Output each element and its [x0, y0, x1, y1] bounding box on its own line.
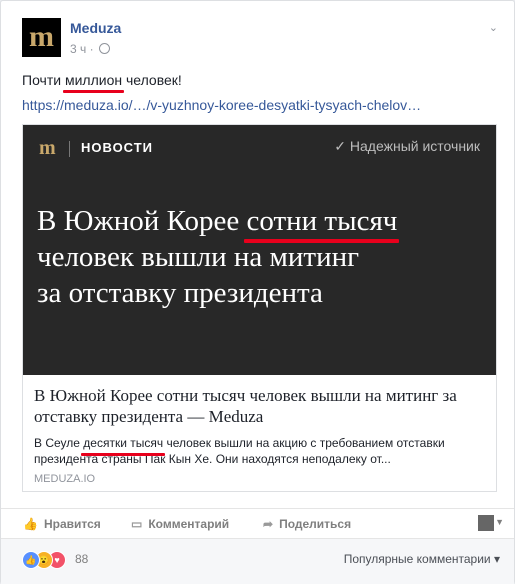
logo-divider: [69, 141, 70, 157]
checkmark-icon: ✓: [334, 138, 347, 154]
link-description-start: В Сеуле: [34, 436, 84, 450]
comment-label: Комментарий: [148, 517, 230, 531]
share-label: Поделиться: [279, 517, 352, 531]
comment-icon: ▭: [131, 517, 143, 531]
hero-underlined-phrase: сотни тысяч: [244, 205, 400, 243]
post-text-start: Почти: [22, 72, 65, 88]
post-url-link[interactable]: https://meduza.io/…/v-yuzhnoy-koree-desy…: [22, 97, 421, 113]
reactions-bar: 👍 😮 ♥ 88 Популярные комментарии ▾: [1, 538, 514, 584]
viewer-chevron-down-icon[interactable]: ▼: [495, 517, 504, 527]
globe-icon: [98, 43, 110, 54]
description-underlined-phrase: десятки тысяч: [81, 436, 165, 456]
post-timestamp[interactable]: 3 ч ·: [70, 42, 94, 56]
section-label: НОВОСТИ: [81, 140, 154, 155]
post-options-chevron-icon[interactable]: ⌄: [489, 21, 498, 34]
action-bar: 👍 Нравится ▭ Комментарий ➦ Поделиться ▼: [1, 508, 514, 537]
page-name-link[interactable]: Meduza: [70, 20, 121, 36]
post-card: m Meduza 3 ч · ⌄ Почти миллион человек! …: [0, 0, 515, 584]
hero-line-1: В Южной Корее сотни тысяч: [37, 203, 477, 243]
like-reaction-icon: 👍: [22, 551, 40, 569]
like-button[interactable]: 👍 Нравится: [23, 517, 101, 531]
thumbs-up-icon: 👍: [23, 517, 38, 531]
link-preview[interactable]: m НОВОСТИ ✓ Надежный источник В Южной Ко…: [22, 124, 497, 492]
post-meta: 3 ч ·: [70, 42, 110, 56]
meduza-logo: m: [39, 137, 56, 159]
share-arrow-icon: ➦: [263, 517, 274, 531]
hero-line-2: человек вышли на митинг: [37, 241, 360, 273]
trusted-source-label: Надежный источник: [349, 138, 480, 154]
link-caption: В Южной Корее сотни тысяч человек вышли …: [34, 385, 489, 485]
post-text-end: человек!: [122, 72, 182, 88]
comment-button[interactable]: ▭ Комментарий: [131, 517, 229, 531]
viewer-avatar[interactable]: [478, 515, 494, 531]
hero-line-1-start: В Южной Корее: [37, 205, 247, 237]
link-description: В Сеуле десятки тысяч человек вышли на а…: [34, 435, 489, 467]
share-button[interactable]: ➦ Поделиться: [263, 517, 351, 531]
link-domain: MEDUZA.IO: [34, 473, 96, 485]
like-label: Нравится: [43, 517, 101, 531]
reaction-count[interactable]: 88: [75, 552, 88, 566]
hero-line-3: за отставку президента: [37, 277, 323, 309]
underlined-word: миллион: [62, 72, 125, 93]
page-avatar[interactable]: m: [22, 18, 61, 57]
post-text: Почти миллион человек!: [22, 72, 182, 93]
hero-headline: В Южной Корее сотни тысяч человек вышли …: [37, 203, 477, 311]
link-title[interactable]: В Южной Корее сотни тысяч человек вышли …: [34, 385, 489, 427]
comment-sort-dropdown[interactable]: Популярные комментарии ▾: [344, 552, 500, 566]
trusted-source-badge: ✓ Надежный источник: [334, 138, 480, 155]
link-preview-image[interactable]: m НОВОСТИ ✓ Надежный источник В Южной Ко…: [23, 125, 496, 375]
